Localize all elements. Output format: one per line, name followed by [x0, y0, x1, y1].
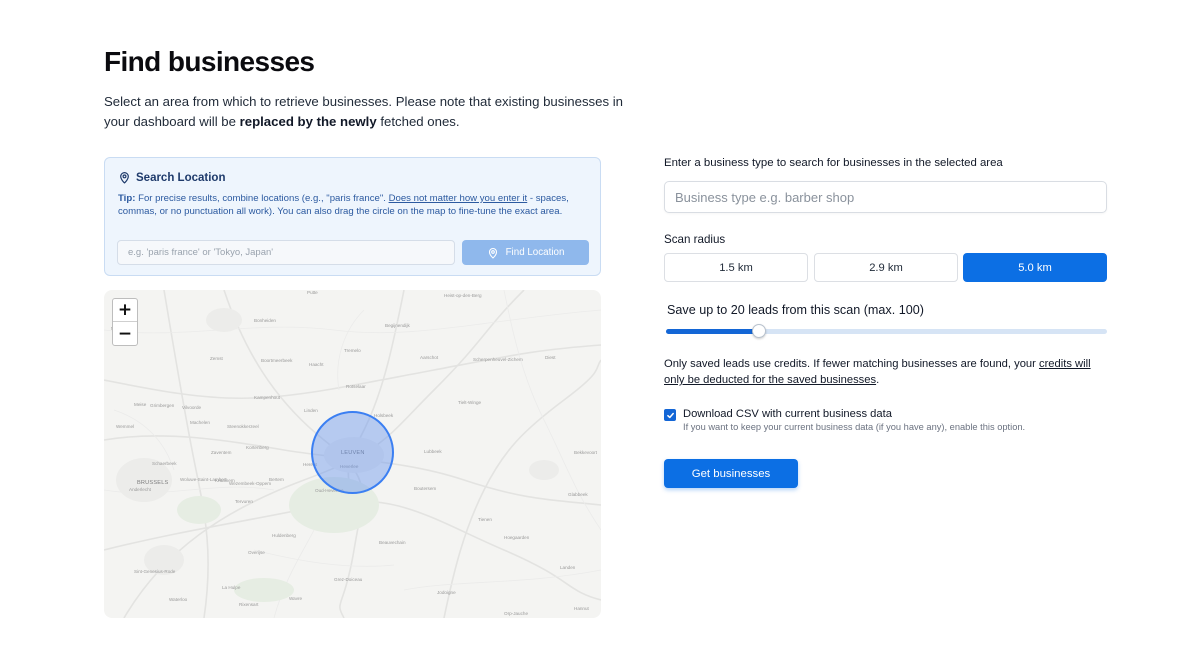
map-label: Heist-op-den-Berg — [444, 293, 482, 298]
map-label: Tremelo — [344, 348, 361, 353]
map-label: Scherpenheuvel-Zichem — [473, 357, 523, 362]
map-label: Steenokkerzeel — [227, 424, 259, 429]
intro-bold-text: replaced by the newly — [239, 113, 377, 129]
download-csv-hint: If you want to keep your current busines… — [683, 422, 1026, 432]
search-location-heading: Search Location — [118, 171, 225, 184]
checkmark-icon — [666, 412, 674, 418]
tip-label: Tip: — [118, 193, 136, 204]
credits-note: Only saved leads use credits. If fewer m… — [664, 356, 1114, 388]
credits-note-text: Only saved leads use credits. If fewer m… — [664, 358, 1039, 370]
map-label: Tielt-Winge — [458, 400, 482, 405]
map-label: Orp-Jauche — [504, 611, 529, 616]
zoom-out-button[interactable]: − — [113, 322, 137, 345]
map-label: Linden — [304, 408, 318, 413]
map-label: Kortenberg — [246, 445, 269, 450]
map-zoom-control: + − — [112, 298, 138, 346]
radius-option-2-9km[interactable]: 2.9 km — [814, 253, 958, 282]
map-label: Boortmeerbeek — [261, 358, 293, 363]
map-pin-icon — [488, 247, 497, 259]
map-label: Schaerbeek — [152, 461, 177, 466]
map-label: Meise — [134, 402, 147, 407]
map-label: Tervuren — [235, 499, 253, 504]
map-label: Sint-Genesius-Rode — [134, 569, 176, 574]
scan-radius-circle[interactable] — [311, 411, 394, 494]
radius-option-1-5km[interactable]: 1.5 km — [664, 253, 808, 282]
business-type-label: Enter a business type to search for busi… — [664, 157, 1003, 169]
map-label: BRUSSELS — [137, 480, 169, 486]
map-label: Grez-Doiceau — [334, 577, 363, 582]
search-tip: Tip: For precise results, combine locati… — [118, 193, 593, 218]
map-label: Glabbeek — [568, 492, 588, 497]
intro-suffix: fetched ones. — [376, 113, 460, 129]
map-label: Begijnendijk — [385, 323, 410, 328]
page-title: Find businesses — [104, 46, 315, 77]
map-label: Tienen — [478, 517, 492, 522]
map-label: Wezembeek-Oppem — [229, 481, 272, 486]
map-label: Overijse — [248, 550, 265, 555]
map-label: Kampenhout — [254, 395, 281, 400]
page-intro: Select an area from which to retrieve bu… — [104, 92, 634, 131]
map-label: Bertem — [269, 477, 284, 482]
map-label: Diest — [545, 355, 556, 360]
map-label: Zaventem — [211, 450, 232, 455]
tip-link[interactable]: Does not matter how you enter it — [389, 193, 528, 204]
map-label: Zemst — [210, 356, 223, 361]
map-label: Rotselaar — [346, 384, 366, 389]
map-pin-icon — [120, 172, 129, 184]
map-label: Aarschot — [420, 355, 439, 360]
map-label: Haacht — [309, 362, 324, 367]
map-label: Anderlecht — [129, 487, 151, 492]
map-view[interactable]: Mechelen Bonheiden Putte Heist-op-den-Be… — [104, 290, 601, 618]
find-location-label: Find Location — [505, 247, 565, 258]
zoom-in-button[interactable]: + — [113, 299, 137, 322]
search-location-panel: Search Location Tip: For precise results… — [104, 157, 601, 276]
map-label: Holsbeek — [374, 413, 394, 418]
scan-radius-label: Scan radius — [664, 233, 726, 246]
business-type-input[interactable] — [664, 181, 1107, 213]
map-label: Vilvoorde — [182, 405, 202, 410]
map-label: Wemmel — [116, 424, 135, 429]
map-label: Bekkevoort — [574, 450, 597, 455]
find-location-button[interactable]: Find Location — [462, 240, 589, 265]
radius-option-5-0km[interactable]: 5.0 km — [963, 253, 1107, 282]
map-label: La Hulpe — [222, 585, 241, 590]
map-label: Jodoigne — [437, 590, 456, 595]
map-label: Wavre — [289, 596, 303, 601]
search-location-title: Search Location — [136, 171, 226, 184]
download-csv-label[interactable]: Download CSV with current business data — [683, 408, 892, 420]
leads-slider-fill — [666, 329, 759, 334]
location-search-input[interactable] — [117, 240, 455, 265]
tip-text: For precise results, combine locations (… — [135, 193, 389, 204]
map-label: Waterloo — [169, 597, 188, 602]
map-label: Rixensart — [239, 602, 259, 607]
map-label: Landen — [560, 565, 576, 570]
download-csv-checkbox[interactable] — [664, 409, 676, 421]
map-label: Bonheiden — [254, 318, 276, 323]
map-label: Boutersem — [414, 486, 437, 491]
map-label: Hannut — [574, 606, 589, 611]
map-label: Machelen — [190, 420, 210, 425]
credits-note-end: . — [876, 374, 880, 386]
map-label: Grimbergen — [150, 403, 175, 408]
map-label: Putte — [307, 290, 318, 295]
map-label: Lubbeek — [424, 449, 442, 454]
map-label: Hoegaarden — [504, 535, 530, 540]
get-businesses-button[interactable]: Get businesses — [664, 459, 798, 488]
save-leads-label: Save up to 20 leads from this scan (max.… — [667, 303, 924, 317]
map-label: Beauvechain — [379, 540, 406, 545]
leads-slider-thumb[interactable] — [752, 324, 766, 338]
leads-slider[interactable] — [666, 324, 1107, 338]
map-label: Huldenberg — [272, 533, 296, 538]
